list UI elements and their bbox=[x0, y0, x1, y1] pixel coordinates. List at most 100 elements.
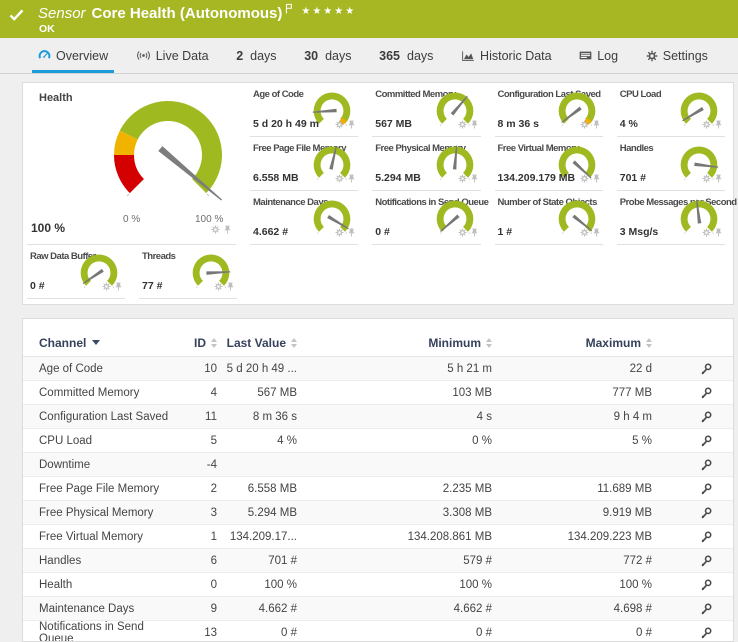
gauge-settings-gear-icon[interactable] bbox=[335, 116, 344, 134]
table-row[interactable]: Health0100 %100 %100 % bbox=[23, 573, 733, 597]
tab-log[interactable]: Log bbox=[577, 38, 620, 73]
gauge-pin-icon[interactable] bbox=[714, 116, 723, 134]
channel-settings-wrench-icon[interactable] bbox=[700, 410, 713, 423]
flag-icon[interactable] bbox=[285, 1, 293, 19]
column-header-id[interactable]: ID bbox=[179, 336, 217, 350]
gauge-pin-icon[interactable] bbox=[470, 224, 479, 242]
gauge-tile[interactable]: Free Page File Memory6.558 MB bbox=[246, 137, 368, 191]
channel-settings-wrench-icon[interactable] bbox=[700, 554, 713, 567]
gauge-pin-icon[interactable] bbox=[592, 170, 601, 188]
channel-settings-wrench-icon[interactable] bbox=[700, 530, 713, 543]
channel-name-cell[interactable]: Free Virtual Memory bbox=[39, 531, 179, 543]
table-row[interactable]: Handles6701 #579 #772 # bbox=[23, 549, 733, 573]
gauge-pin-icon[interactable] bbox=[592, 116, 601, 134]
table-row[interactable]: Free Virtual Memory1134.209.17...134.208… bbox=[23, 525, 733, 549]
channel-settings-wrench-icon[interactable] bbox=[700, 506, 713, 519]
column-header-maximum[interactable]: Maximum bbox=[492, 336, 652, 350]
gauge-tile[interactable]: Handles701 # bbox=[613, 137, 735, 191]
gauge-pin-icon[interactable] bbox=[223, 221, 232, 239]
table-row[interactable]: Free Physical Memory35.294 MB3.308 MB9.9… bbox=[23, 501, 733, 525]
gauge-settings-gear-icon[interactable] bbox=[335, 170, 344, 188]
tab-365-days[interactable]: 365days bbox=[377, 38, 435, 73]
channel-settings-wrench-icon[interactable] bbox=[700, 578, 713, 591]
gauge-tile[interactable]: Notifications in Send Queue0 # bbox=[368, 191, 490, 245]
table-row[interactable]: Maintenance Days94.662 #4.662 #4.698 # bbox=[23, 597, 733, 621]
gauge-settings-gear-icon[interactable] bbox=[580, 116, 589, 134]
channel-settings-wrench-icon[interactable] bbox=[700, 602, 713, 615]
channel-name-cell[interactable]: Maintenance Days bbox=[39, 603, 179, 615]
priority-stars[interactable]: ★★★★★ bbox=[301, 6, 356, 17]
gauge-settings-gear-icon[interactable] bbox=[702, 170, 711, 188]
channel-name-cell[interactable]: Age of Code bbox=[39, 363, 179, 375]
tab-overview[interactable]: Overview bbox=[36, 38, 110, 73]
gauge-pin-icon[interactable] bbox=[714, 170, 723, 188]
gauge-pin-icon[interactable] bbox=[714, 224, 723, 242]
gauge-tile[interactable]: Probe Messages per Second3 Msg/s bbox=[613, 191, 735, 245]
column-header-minimum[interactable]: Minimum bbox=[297, 336, 492, 350]
gauge-tile-health[interactable]: Health 0 % 100 % 100 % bbox=[23, 83, 246, 245]
gauge-pin-icon[interactable] bbox=[226, 278, 235, 296]
gauge-tile[interactable]: Configuration Last Saved8 m 36 s bbox=[491, 83, 613, 137]
column-header-channel[interactable]: Channel bbox=[39, 336, 179, 350]
channel-settings-wrench-icon[interactable] bbox=[700, 482, 713, 495]
channel-name-cell[interactable]: Notifications in Send Queue bbox=[39, 621, 179, 642]
gauge-settings-gear-icon[interactable] bbox=[702, 224, 711, 242]
gauge-settings-gear-icon[interactable] bbox=[458, 116, 467, 134]
tab-label: Historic Data bbox=[480, 49, 552, 63]
gauge-settings-gear-icon[interactable] bbox=[702, 116, 711, 134]
channel-name-cell[interactable]: Downtime bbox=[39, 459, 179, 471]
gauge-settings-gear-icon[interactable] bbox=[214, 278, 223, 296]
tab-historic-data[interactable]: Historic Data bbox=[459, 38, 554, 73]
channel-settings-wrench-icon[interactable] bbox=[700, 626, 713, 639]
tab-settings[interactable]: Settings bbox=[644, 38, 710, 73]
tab-live-data[interactable]: Live Data bbox=[134, 38, 211, 73]
gauge-settings-gear-icon[interactable] bbox=[580, 170, 589, 188]
gauge-settings-gear-icon[interactable] bbox=[580, 224, 589, 242]
gauge-tile[interactable]: Free Virtual Memory134.209.179 MB bbox=[491, 137, 613, 191]
gauge-pin-icon[interactable] bbox=[592, 224, 601, 242]
gauge-tile[interactable]: Committed Memory567 MB bbox=[368, 83, 490, 137]
gauge-tile[interactable]: Free Physical Memory5.294 MB bbox=[368, 137, 490, 191]
channel-name-cell[interactable]: Committed Memory bbox=[39, 387, 179, 399]
gauge-pin-icon[interactable] bbox=[470, 116, 479, 134]
gauge-settings-gear-icon[interactable] bbox=[335, 224, 344, 242]
channel-settings-wrench-icon[interactable] bbox=[700, 362, 713, 375]
gauge-value: 100 % bbox=[31, 221, 65, 235]
channel-name-cell[interactable]: Health bbox=[39, 579, 179, 591]
table-row[interactable]: Committed Memory4567 MB103 MB777 MB bbox=[23, 381, 733, 405]
channel-settings-wrench-icon[interactable] bbox=[700, 386, 713, 399]
table-row[interactable]: Downtime-4 bbox=[23, 453, 733, 477]
gauge-tile[interactable]: Number of State Objects1 # bbox=[491, 191, 613, 245]
channel-settings-wrench-icon[interactable] bbox=[700, 458, 713, 471]
gauge-pin-icon[interactable] bbox=[347, 224, 356, 242]
gauge-settings-gear-icon[interactable] bbox=[211, 221, 220, 239]
gauge-tile[interactable]: Age of Code5 d 20 h 49 m bbox=[246, 83, 368, 137]
tab-2-days[interactable]: 2days bbox=[234, 38, 278, 73]
gauge-value: 77 # bbox=[142, 280, 162, 292]
gauge-tile[interactable]: Raw Data Buffer0 # bbox=[23, 245, 135, 299]
channel-name-cell[interactable]: Configuration Last Saved bbox=[39, 411, 179, 423]
gauge-tile[interactable]: Maintenance Days4.662 # bbox=[246, 191, 368, 245]
table-row[interactable]: Free Page File Memory26.558 MB2.235 MB11… bbox=[23, 477, 733, 501]
channel-settings-wrench-icon[interactable] bbox=[700, 434, 713, 447]
channel-name-cell[interactable]: Handles bbox=[39, 555, 179, 567]
gauge-tile[interactable]: CPU Load4 % bbox=[613, 83, 735, 137]
channel-name-cell[interactable]: CPU Load bbox=[39, 435, 179, 447]
gauge-settings-gear-icon[interactable] bbox=[102, 278, 111, 296]
gauge-pin-icon[interactable] bbox=[470, 170, 479, 188]
gauge-settings-gear-icon[interactable] bbox=[458, 170, 467, 188]
gauge-tile[interactable]: Threads77 # bbox=[135, 245, 247, 299]
channel-name-cell[interactable]: Free Page File Memory bbox=[39, 483, 179, 495]
gauge-pin-icon[interactable] bbox=[347, 116, 356, 134]
gauge-pin-icon[interactable] bbox=[347, 170, 356, 188]
id-cell: 2 bbox=[179, 483, 217, 495]
gauge-pin-icon[interactable] bbox=[114, 278, 123, 296]
channel-name-cell[interactable]: Free Physical Memory bbox=[39, 507, 179, 519]
gauge-settings-gear-icon[interactable] bbox=[458, 224, 467, 242]
table-row[interactable]: Age of Code105 d 20 h 49 ...5 h 21 m22 d bbox=[23, 357, 733, 381]
table-row[interactable]: CPU Load54 %0 %5 % bbox=[23, 429, 733, 453]
column-header-last-value[interactable]: Last Value bbox=[217, 336, 297, 350]
tab-30-days[interactable]: 30days bbox=[302, 38, 353, 73]
table-row[interactable]: Notifications in Send Queue130 #0 #0 # bbox=[23, 621, 733, 642]
table-row[interactable]: Configuration Last Saved118 m 36 s4 s9 h… bbox=[23, 405, 733, 429]
